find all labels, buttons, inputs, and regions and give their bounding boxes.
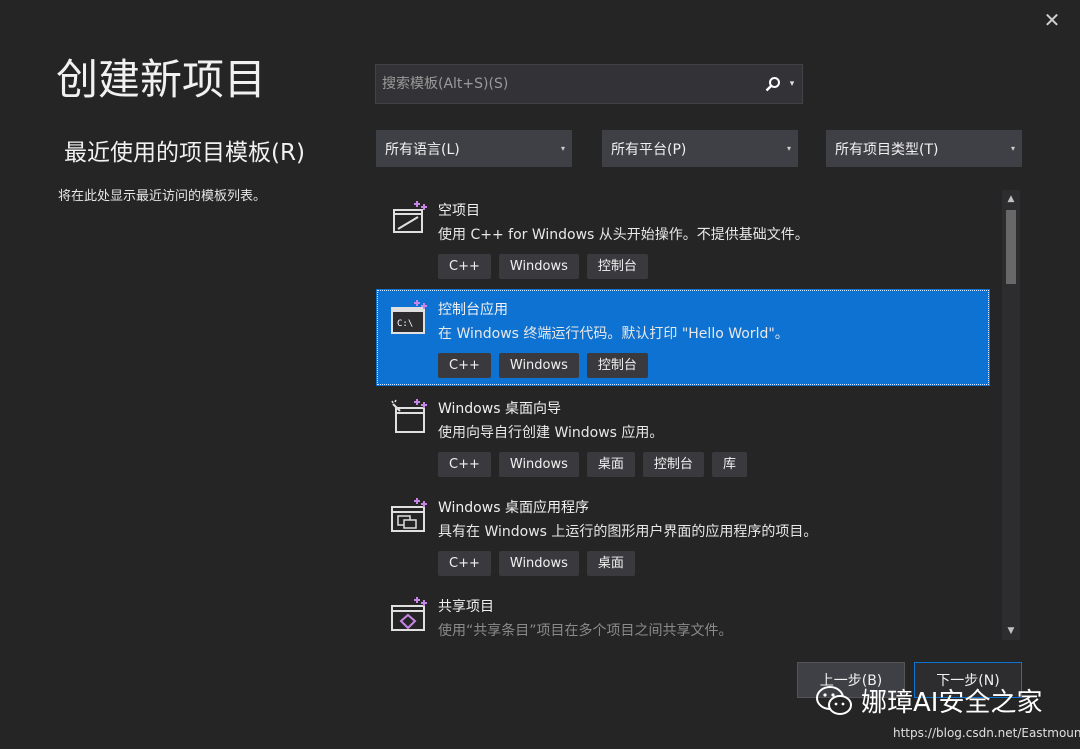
chevron-down-icon: ▾ xyxy=(786,144,791,153)
template-search-input[interactable] xyxy=(376,65,760,103)
tag-cpp: C++ xyxy=(438,254,491,279)
desktop-app-icon xyxy=(390,497,428,533)
empty-project-icon xyxy=(390,200,428,236)
template-name: Windows 桌面应用程序 xyxy=(438,500,589,516)
search-icon[interactable] xyxy=(760,65,786,103)
tag-desktop: 桌面 xyxy=(586,551,635,576)
tag-desktop: 桌面 xyxy=(586,452,635,477)
template-description: 使用 C++ for Windows 从头开始操作。不提供基础文件。 xyxy=(438,227,809,243)
template-list-scrollbar[interactable]: ▲ ▼ xyxy=(1002,190,1020,640)
template-name: 空项目 xyxy=(438,203,480,219)
page-title: 创建新项目 xyxy=(56,55,267,104)
template-item-empty-project[interactable]: 空项目 使用 C++ for Windows 从头开始操作。不提供基础文件。 C… xyxy=(376,190,990,287)
chevron-down-icon: ▾ xyxy=(1010,144,1015,153)
project-type-filter-label: 所有项目类型(T) xyxy=(835,141,939,158)
tag-console: 控制台 xyxy=(642,452,704,477)
recent-templates-empty-text: 将在此处显示最近访问的模板列表。 xyxy=(58,189,267,204)
template-name: 控制台应用 xyxy=(438,302,508,318)
scroll-up-arrow-icon[interactable]: ▲ xyxy=(1002,190,1020,208)
tag-library: 库 xyxy=(711,452,747,477)
template-tags: C++ Windows 桌面 控制台 库 xyxy=(438,452,747,477)
template-list: 空项目 使用 C++ for Windows 从头开始操作。不提供基础文件。 C… xyxy=(376,190,992,640)
chevron-down-icon: ▾ xyxy=(560,144,565,153)
tag-console: 控制台 xyxy=(586,353,648,378)
close-button[interactable]: ✕ xyxy=(1040,8,1064,32)
template-description: 具有在 Windows 上运行的图形用户界面的应用程序的项目。 xyxy=(438,524,818,540)
language-filter-label: 所有语言(L) xyxy=(385,141,460,158)
platform-filter-label: 所有平台(P) xyxy=(611,141,687,158)
tag-windows: Windows xyxy=(498,353,579,378)
desktop-wizard-icon xyxy=(390,398,428,434)
scroll-down-arrow-icon[interactable]: ▼ xyxy=(1002,622,1020,640)
tag-cpp: C++ xyxy=(438,551,491,576)
platform-filter-dropdown[interactable]: 所有平台(P) ▾ xyxy=(602,130,798,167)
template-description: 使用向导自行创建 Windows 应用。 xyxy=(438,425,664,441)
template-tags: C++ Windows 控制台 xyxy=(438,353,648,378)
template-name: Windows 桌面向导 xyxy=(438,401,561,417)
tag-cpp: C++ xyxy=(438,452,491,477)
recent-templates-heading: 最近使用的项目模板(R) xyxy=(64,140,305,166)
template-description: 使用“共享条目”项目在多个项目之间共享文件。 xyxy=(438,623,733,639)
tag-windows: Windows xyxy=(498,551,579,576)
template-item-console-app[interactable]: C:\ 控制台应用 在 Windows 终端运行代码。默认打印 "Hello W… xyxy=(376,289,990,386)
tag-console: 控制台 xyxy=(586,254,648,279)
template-item-shared-project[interactable]: 共享项目 使用“共享条目”项目在多个项目之间共享文件。 xyxy=(376,586,990,640)
watermark-url: https://blog.csdn.net/Eastmount xyxy=(893,726,1080,740)
template-description: 在 Windows 终端运行代码。默认打印 "Hello World"。 xyxy=(438,326,789,342)
language-filter-dropdown[interactable]: 所有语言(L) ▾ xyxy=(376,130,572,167)
shared-project-icon xyxy=(390,596,428,632)
watermark: 娜璋AI安全之家 xyxy=(815,682,1042,719)
template-item-desktop-app[interactable]: Windows 桌面应用程序 具有在 Windows 上运行的图形用户界面的应用… xyxy=(376,487,990,584)
tag-cpp: C++ xyxy=(438,353,491,378)
tag-windows: Windows xyxy=(498,452,579,477)
search-options-dropdown[interactable]: ▾ xyxy=(786,65,798,103)
template-search-box[interactable]: ▾ xyxy=(375,64,803,104)
template-name: 共享项目 xyxy=(438,599,494,615)
tag-windows: Windows xyxy=(498,254,579,279)
template-tags: C++ Windows 控制台 xyxy=(438,254,648,279)
watermark-text: 娜璋AI安全之家 xyxy=(861,688,1043,718)
scrollbar-thumb[interactable] xyxy=(1006,210,1016,284)
console-app-icon: C:\ xyxy=(390,299,428,335)
console-prompt-text: C:\ xyxy=(397,319,413,329)
template-item-desktop-wizard[interactable]: Windows 桌面向导 使用向导自行创建 Windows 应用。 C++ Wi… xyxy=(376,388,990,485)
project-type-filter-dropdown[interactable]: 所有项目类型(T) ▾ xyxy=(826,130,1022,167)
template-tags: C++ Windows 桌面 xyxy=(438,551,635,576)
wechat-logo-icon xyxy=(815,685,853,717)
